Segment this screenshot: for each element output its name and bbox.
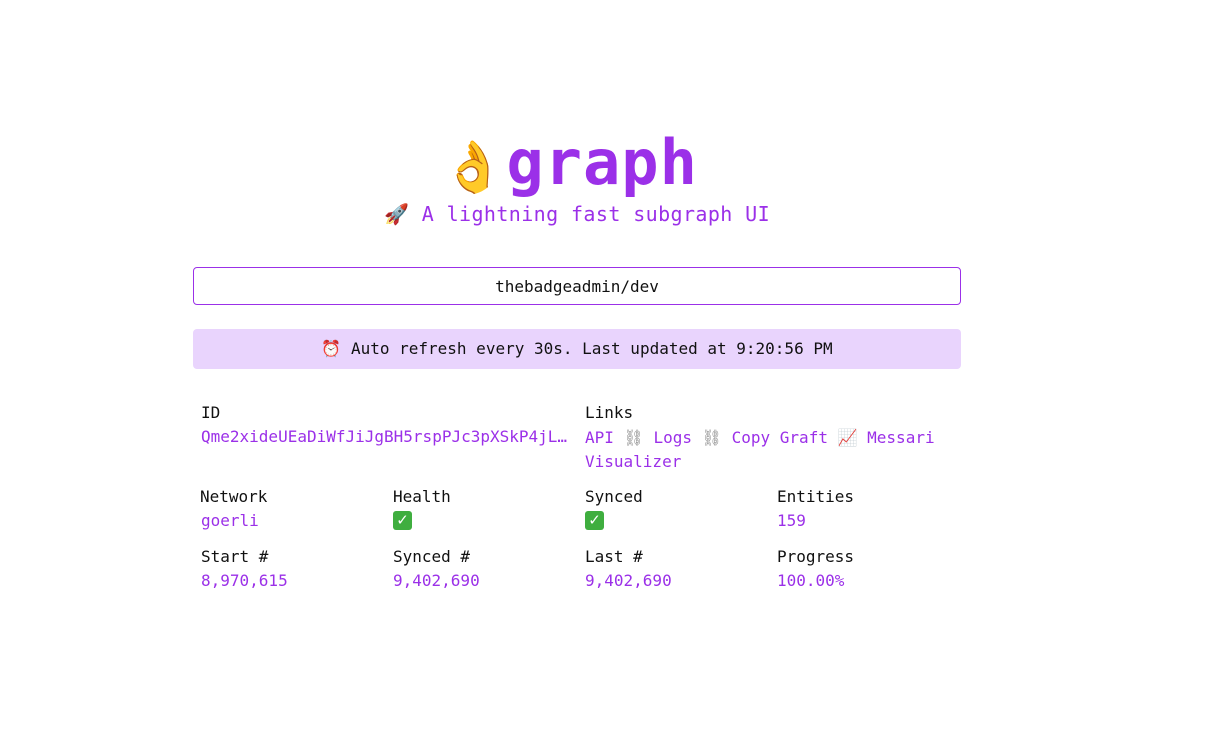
logs-link[interactable]: Logs [654,428,693,447]
health-label: Health [393,487,451,506]
synced-block-label: Synced # [393,547,471,566]
copy-graft-link[interactable]: Copy Graft [732,428,828,447]
page: 👌 graph 🚀 A lightning fast subgraph UI ⏰… [0,0,1206,733]
check-icon: ✓ [585,511,604,530]
logo-text: graph [506,126,698,199]
alarm-clock-icon: ⏰ [321,339,342,358]
network-label: Network [200,487,268,506]
chart-increasing-icon: 📈 [837,428,858,447]
progress-label: Progress [777,547,855,566]
chain-separator-icon: ⛓ [701,428,722,447]
tagline-text: A lightning fast subgraph UI [421,202,771,226]
id-label: ID [201,403,221,422]
logo: 👌 graph [442,132,698,194]
links-label: Links [585,403,634,422]
last-block-label: Last # [585,547,643,566]
progress-value: 100.00% [777,571,845,590]
entities-value: 159 [777,511,806,530]
entities-label: Entities [777,487,855,506]
links-list: API ⛓ Logs ⛓ Copy Graft 📈 Messari Visual… [585,426,955,474]
last-block-value: 9,402,690 [585,571,672,590]
id-value: Qme2xideUEaDiWfJiJgBH5rspPJc3pXSkP4jL… [201,427,568,446]
start-block-label: Start # [201,547,269,566]
synced-block-value: 9,402,690 [393,571,480,590]
chain-separator-icon: ⛓ [623,428,644,447]
check-icon: ✓ [393,511,412,530]
start-block-value: 8,970,615 [201,571,288,590]
auto-refresh-banner: ⏰ Auto refresh every 30s. Last updated a… [193,329,961,369]
header: 👌 graph 🚀 A lightning fast subgraph UI [193,132,961,227]
subgraph-search-input[interactable] [193,267,961,305]
network-value: goerli [201,511,259,530]
tagline: 🚀 A lightning fast subgraph UI [193,202,961,226]
synced-label: Synced [585,487,643,506]
ok-hand-icon: 👌 [442,138,505,196]
refresh-status-text: Auto refresh every 30s. Last updated at … [350,339,833,358]
rocket-icon: 🚀 [383,202,410,226]
api-link[interactable]: API [585,428,614,447]
